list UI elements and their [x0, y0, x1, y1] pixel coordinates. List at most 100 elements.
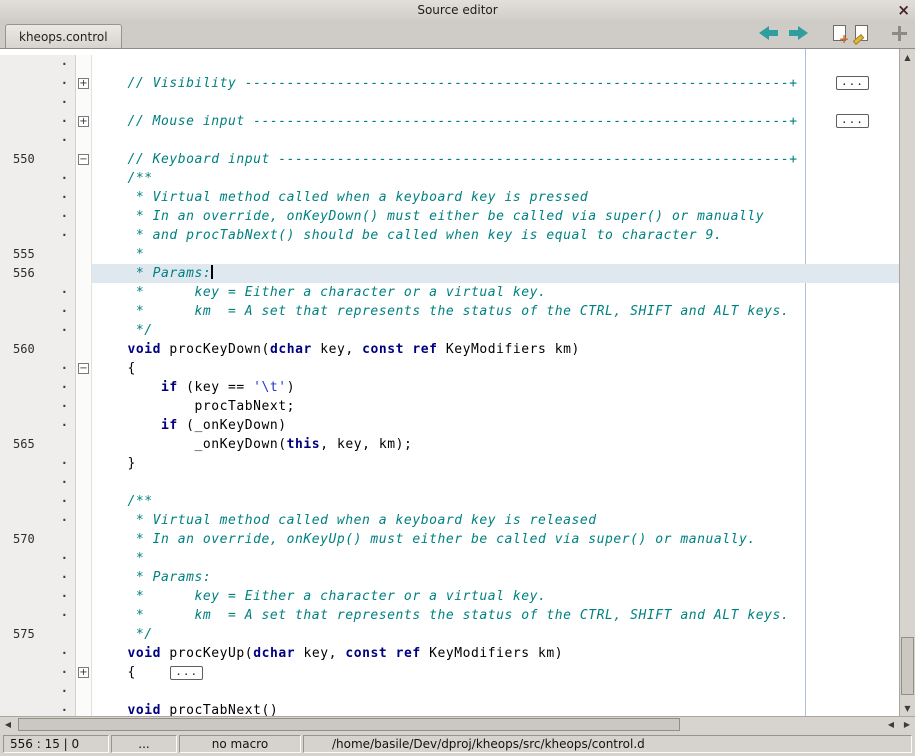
vertical-scrollbar[interactable]: ▲ ▼ [899, 49, 915, 716]
code-line[interactable]: · * km = A set that represents the statu… [0, 302, 899, 321]
fold-margin [76, 169, 92, 188]
horizontal-scroll-thumb[interactable] [18, 718, 680, 731]
fold-toggle-icon[interactable]: + [78, 667, 89, 678]
code-line[interactable]: · * Virtual method called when a keyboar… [0, 511, 899, 530]
code-text: if (key == '\t') [92, 378, 899, 397]
code-line[interactable]: · * Params: [0, 568, 899, 587]
horizontal-scrollbar[interactable]: ◀ ◀ ▶ [0, 716, 915, 732]
scroll-up-button[interactable]: ▲ [900, 49, 915, 65]
fold-margin [76, 188, 92, 207]
fold-margin [76, 492, 92, 511]
code-line[interactable]: · */ [0, 321, 899, 340]
fold-margin: + [76, 112, 92, 131]
editor-lines[interactable]: ··+ // Visibility ----------------------… [0, 49, 899, 716]
line-dot: · [61, 397, 68, 416]
fold-toggle-icon[interactable]: + [78, 78, 89, 89]
code-text: // Keyboard input ----------------------… [92, 150, 899, 169]
line-gutter: · [0, 302, 76, 321]
code-line[interactable]: · * key = Either a character or a virtua… [0, 283, 899, 302]
scroll-left-secondary-button[interactable]: ◀ [883, 717, 899, 732]
code-line[interactable]: · * Virtual method called when a keyboar… [0, 188, 899, 207]
code-text: * and procTabNext() should be called whe… [92, 226, 899, 245]
fold-margin [76, 245, 92, 264]
navigate-forward-button[interactable] [788, 25, 809, 41]
scroll-right-button[interactable]: ▶ [899, 717, 915, 732]
code-text [92, 55, 899, 74]
code-line[interactable]: 556 * Params: [0, 264, 899, 283]
code-line[interactable]: 555 * [0, 245, 899, 264]
line-dot: · [61, 416, 68, 435]
code-line[interactable]: · } [0, 454, 899, 473]
document-add-button[interactable] [833, 25, 846, 41]
code-line[interactable]: · * key = Either a character or a virtua… [0, 587, 899, 606]
code-text [92, 682, 899, 701]
line-dot: · [61, 606, 68, 625]
code-line[interactable]: · procTabNext; [0, 397, 899, 416]
code-line[interactable]: · if (key == '\t') [0, 378, 899, 397]
vertical-scroll-track[interactable] [900, 65, 915, 700]
code-line[interactable]: · [0, 131, 899, 150]
code-line[interactable]: · /** [0, 169, 899, 188]
line-gutter: · [0, 283, 76, 302]
line-dot: · [61, 302, 68, 321]
code-line[interactable]: · /** [0, 492, 899, 511]
code-line[interactable]: ·+ // Visibility -----------------------… [0, 74, 899, 93]
fold-margin [76, 55, 92, 74]
line-number: 556 [13, 264, 35, 283]
code-line[interactable]: ·− { [0, 359, 899, 378]
scroll-down-button[interactable]: ▼ [900, 700, 915, 716]
code-text: { ... [92, 663, 899, 682]
code-line[interactable]: 550− // Keyboard input -----------------… [0, 150, 899, 169]
move-handle-icon[interactable] [892, 26, 907, 41]
line-dot: · [61, 701, 68, 716]
line-dot: · [61, 568, 68, 587]
code-line[interactable]: · [0, 473, 899, 492]
code-line[interactable]: · * and procTabNext() should be called w… [0, 226, 899, 245]
line-dot: · [61, 188, 68, 207]
code-line[interactable]: 570 * In an override, onKeyUp() must eit… [0, 530, 899, 549]
code-line[interactable]: · * km = A set that represents the statu… [0, 606, 899, 625]
code-line[interactable]: ·+ // Mouse input ----------------------… [0, 112, 899, 131]
code-line[interactable]: · if (_onKeyDown) [0, 416, 899, 435]
line-dot: · [61, 378, 68, 397]
code-line[interactable]: · * [0, 549, 899, 568]
code-text: // Visibility --------------------------… [92, 74, 899, 93]
editor-area: ··+ // Visibility ----------------------… [0, 48, 915, 716]
code-line[interactable]: · void procKeyUp(dchar key, const ref Ke… [0, 644, 899, 663]
line-gutter: · [0, 549, 76, 568]
code-text: * Virtual method called when a keyboard … [92, 188, 899, 207]
fold-toggle-icon[interactable]: − [78, 363, 89, 374]
scroll-left-button[interactable]: ◀ [0, 717, 16, 732]
navigate-back-button[interactable] [758, 25, 779, 41]
code-text: * key = Either a character or a virtual … [92, 283, 899, 302]
code-text: void procTabNext() [92, 701, 899, 716]
fold-ellipsis[interactable]: ... [836, 114, 869, 128]
fold-toggle-icon[interactable]: + [78, 116, 89, 127]
horizontal-scroll-track[interactable] [16, 717, 883, 732]
fold-margin [76, 549, 92, 568]
code-line[interactable]: 565 _onKeyDown(this, key, km); [0, 435, 899, 454]
fold-ellipsis[interactable]: ... [836, 76, 869, 90]
code-line[interactable]: · [0, 93, 899, 112]
line-dot: · [61, 207, 68, 226]
fold-ellipsis[interactable]: ... [170, 666, 203, 680]
code-line[interactable]: · * In an override, onKeyDown() must eit… [0, 207, 899, 226]
code-line[interactable]: 560 void procKeyDown(dchar key, const re… [0, 340, 899, 359]
code-line[interactable]: ·+ { ... [0, 663, 899, 682]
fold-margin [76, 283, 92, 302]
code-line[interactable]: · void procTabNext() [0, 701, 899, 716]
vertical-scroll-thumb[interactable] [901, 637, 914, 695]
code-line[interactable]: · [0, 682, 899, 701]
code-text [92, 131, 899, 150]
tab-kheops-control[interactable]: kheops.control [5, 24, 122, 48]
line-gutter: 556 [0, 264, 76, 283]
close-icon[interactable]: × [897, 0, 910, 20]
code-text: * Virtual method called when a keyboard … [92, 511, 899, 530]
code-text: * km = A set that represents the status … [92, 302, 899, 321]
fold-margin [76, 93, 92, 112]
code-line[interactable]: 575 */ [0, 625, 899, 644]
caret-position-status: 556 : 15 | 0 [3, 735, 109, 753]
code-line[interactable]: · [0, 55, 899, 74]
document-edit-button[interactable] [855, 25, 868, 41]
fold-toggle-icon[interactable]: − [78, 154, 89, 165]
